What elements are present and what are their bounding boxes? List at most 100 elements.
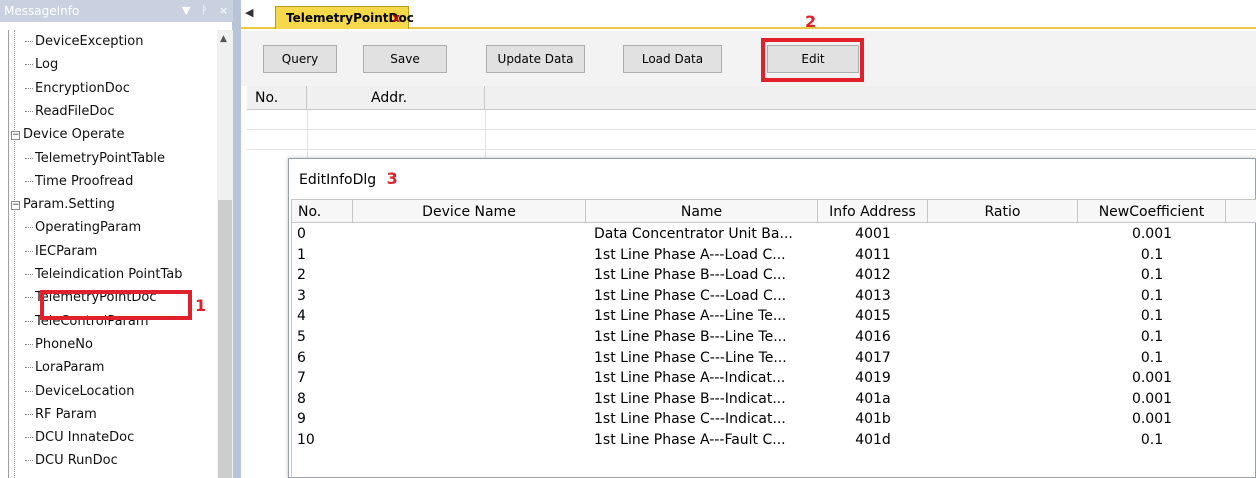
cell-device-name[interactable]	[353, 225, 586, 244]
tree-item-encryptiondoc[interactable]: EncryptionDoc	[25, 77, 130, 100]
cell-new-coefficient[interactable]: 0.1	[1078, 266, 1226, 285]
cell-ratio[interactable]	[928, 410, 1078, 429]
cell-info-address[interactable]: 4013	[818, 287, 928, 306]
cell-no[interactable]: 0	[291, 225, 353, 244]
cell-name[interactable]: 1st Line Phase B---Line Te...	[586, 328, 818, 347]
scroll-up-icon[interactable]: ▲	[220, 34, 227, 44]
cell-ratio[interactable]	[928, 246, 1078, 265]
cell-no[interactable]: 3	[291, 287, 353, 306]
table-row[interactable]: 2 1st Line Phase B---Load C... 4012 0.1	[291, 266, 1226, 286]
cell-name[interactable]: 1st Line Phase C---Indicat...	[586, 410, 818, 429]
update-data-button[interactable]: Update Data	[486, 45, 585, 73]
cell-info-address[interactable]: 401a	[818, 390, 928, 409]
tab-close-icon[interactable]: x	[392, 7, 400, 29]
tree-item-phoneno[interactable]: PhoneNo	[25, 333, 93, 356]
table-row[interactable]: 3 1st Line Phase C---Load C... 4013 0.1	[291, 287, 1226, 307]
load-data-button[interactable]: Load Data	[623, 45, 722, 73]
scrollbar-thumb[interactable]	[218, 200, 232, 478]
tab-scroll-left-icon[interactable]: ◀	[245, 6, 253, 19]
dropdown-icon[interactable]: ▼	[182, 0, 190, 22]
close-icon[interactable]: ×	[219, 0, 228, 22]
cell-new-coefficient[interactable]: 0.001	[1078, 410, 1226, 429]
cell-no[interactable]: 8	[291, 390, 353, 409]
cell-device-name[interactable]	[353, 266, 586, 285]
tree-item-telemetrypointtable[interactable]: TelemetryPointTable	[24, 147, 165, 170]
cell-new-coefficient[interactable]: 0.001	[1078, 225, 1226, 244]
cell-info-address[interactable]: 401d	[818, 431, 928, 450]
cell-no[interactable]: 10	[291, 431, 353, 450]
cell-ratio[interactable]	[928, 431, 1078, 450]
cell-new-coefficient[interactable]: 0.001	[1078, 390, 1226, 409]
cell-name[interactable]: 1st Line Phase B---Indicat...	[586, 390, 818, 409]
cell-ratio[interactable]	[928, 225, 1078, 244]
cell-device-name[interactable]	[353, 349, 586, 368]
column-header-name[interactable]: Name	[586, 199, 818, 223]
cell-info-address[interactable]: 4011	[818, 246, 928, 265]
table-row[interactable]: 6 1st Line Phase C---Line Te... 4017 0.1	[291, 349, 1226, 369]
cell-ratio[interactable]	[928, 287, 1078, 306]
table-row[interactable]: 1 1st Line Phase A---Load C... 4011 0.1	[291, 246, 1226, 266]
tree-item-rf-param[interactable]: RF Param	[25, 403, 97, 426]
tree-item-teleindication-pointtab[interactable]: Teleindication PointTab	[25, 263, 183, 286]
cell-name[interactable]: 1st Line Phase A---Fault C...	[586, 431, 818, 450]
cell-device-name[interactable]	[353, 410, 586, 429]
table-row[interactable]: 8 1st Line Phase B---Indicat... 401a 0.001	[291, 390, 1226, 410]
table-row[interactable]: 9 1st Line Phase C---Indicat... 401b 0.001	[291, 410, 1226, 430]
tree-item-dcu-innatedoc[interactable]: DCU InnateDoc	[24, 426, 134, 449]
cell-ratio[interactable]	[928, 328, 1078, 347]
tree-item-operatingparam[interactable]: OperatingParam	[24, 216, 141, 239]
tree-item-readfiledoc[interactable]: ReadFileDoc	[25, 100, 115, 123]
cell-new-coefficient[interactable]: 0.1	[1078, 246, 1226, 265]
column-header-info-address[interactable]: Info Address	[818, 199, 928, 223]
cell-new-coefficient[interactable]: 0.1	[1078, 328, 1226, 347]
tree-item-deviceexception[interactable]: DeviceException	[24, 30, 143, 53]
tree-item-param-setting[interactable]: − Param.Setting	[11, 193, 115, 216]
cell-ratio[interactable]	[928, 349, 1078, 368]
cell-name[interactable]: 1st Line Phase A---Line Te...	[586, 307, 818, 326]
tab-telemetry-point-doc[interactable]: TelemetryPointDoc x	[275, 6, 414, 29]
cell-ratio[interactable]	[928, 266, 1078, 285]
cell-name[interactable]: Data Concentrator Unit Ba...	[586, 225, 818, 244]
cell-name[interactable]: 1st Line Phase A---Load C...	[586, 246, 818, 265]
cell-name[interactable]: 1st Line Phase B---Load C...	[586, 266, 818, 285]
column-header-new-coefficient[interactable]: NewCoefficient	[1078, 199, 1226, 223]
table-row[interactable]: 7 1st Line Phase A---Indicat... 4019 0.001	[291, 369, 1226, 389]
cell-new-coefficient[interactable]: 0.1	[1078, 307, 1226, 326]
tree-scrollbar[interactable]: ▲	[217, 30, 233, 478]
cell-device-name[interactable]	[353, 431, 586, 450]
tree-item-dcu-rundoc[interactable]: DCU RunDoc	[25, 449, 118, 472]
cell-device-name[interactable]	[353, 369, 586, 388]
cell-ratio[interactable]	[928, 307, 1078, 326]
tree-item-log[interactable]: Log	[24, 53, 58, 76]
cell-device-name[interactable]	[353, 307, 586, 326]
grid-header-no[interactable]: No.	[247, 86, 307, 110]
cell-no[interactable]: 7	[291, 369, 353, 388]
cell-new-coefficient[interactable]: 0.1	[1078, 287, 1226, 306]
cell-name[interactable]: 1st Line Phase C---Load C...	[586, 287, 818, 306]
cell-info-address[interactable]: 4001	[818, 225, 928, 244]
cell-new-coefficient[interactable]: 0.1	[1078, 349, 1226, 368]
cell-no[interactable]: 9	[291, 410, 353, 429]
cell-info-address[interactable]: 4012	[818, 266, 928, 285]
table-row[interactable]: 0 Data Concentrator Unit Ba... 4001 0.001	[291, 225, 1226, 245]
tree-item-devicelocation[interactable]: DeviceLocation	[24, 380, 134, 403]
cell-device-name[interactable]	[353, 328, 586, 347]
tree-item-iecparam[interactable]: IECParam	[24, 240, 97, 263]
cell-device-name[interactable]	[353, 390, 586, 409]
cell-no[interactable]: 5	[291, 328, 353, 347]
pin-icon[interactable]: ᚹ	[201, 0, 208, 22]
cell-info-address[interactable]: 4015	[818, 307, 928, 326]
cell-ratio[interactable]	[928, 390, 1078, 409]
cell-no[interactable]: 4	[291, 307, 353, 326]
column-header-device-name[interactable]: Device Name	[353, 199, 586, 223]
cell-name[interactable]: 1st Line Phase A---Indicat...	[586, 369, 818, 388]
cell-device-name[interactable]	[353, 246, 586, 265]
collapse-icon[interactable]: −	[11, 131, 20, 141]
table-row[interactable]: 5 1st Line Phase B---Line Te... 4016 0.1	[291, 328, 1226, 348]
cell-no[interactable]: 1	[291, 246, 353, 265]
cell-no[interactable]: 6	[291, 349, 353, 368]
tree-item-device-operate[interactable]: − Device Operate	[11, 123, 124, 146]
tree-item-loraparam[interactable]: LoraParam	[24, 356, 104, 379]
cell-new-coefficient[interactable]: 0.001	[1078, 369, 1226, 388]
tree-item-time-proofread[interactable]: Time Proofread	[24, 170, 133, 193]
